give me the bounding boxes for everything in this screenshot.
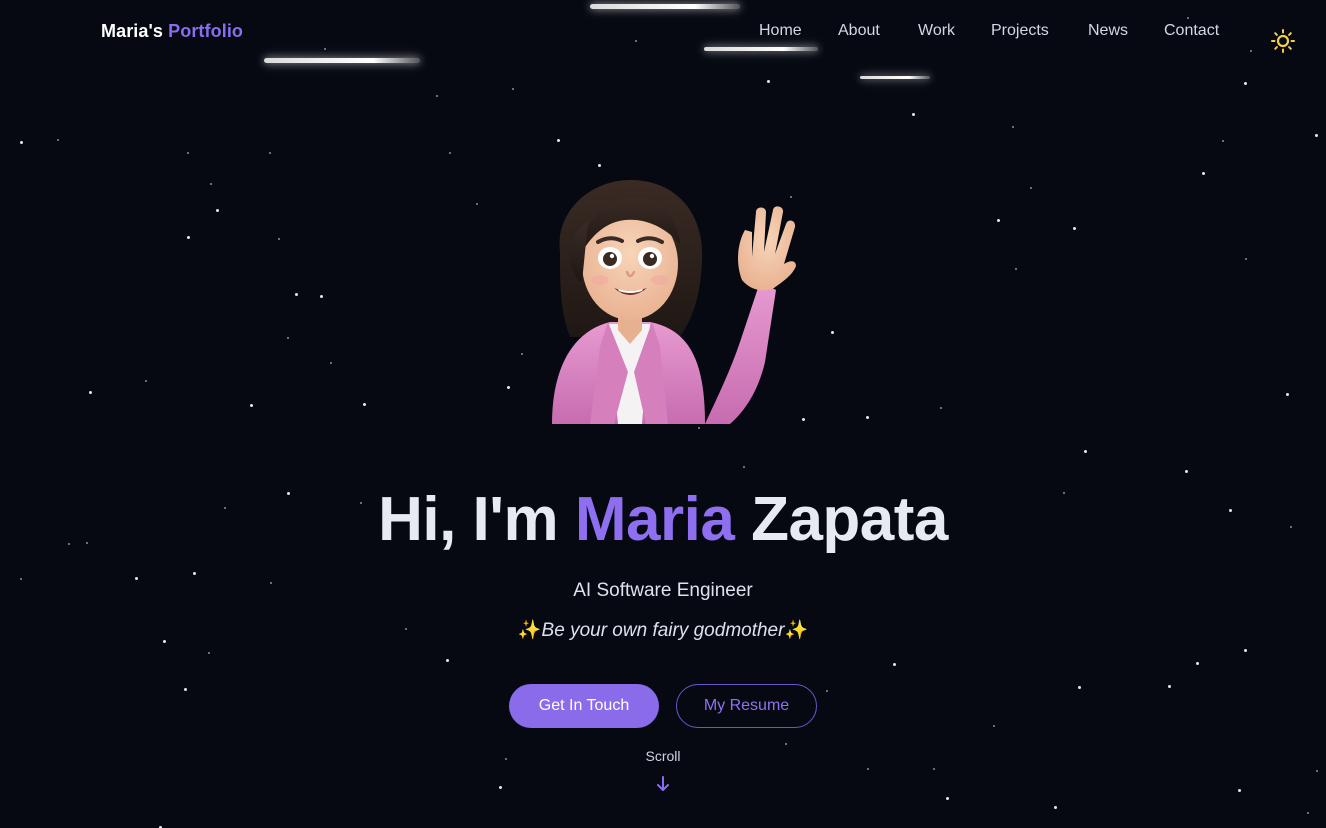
star: [1315, 134, 1318, 137]
nav-work[interactable]: Work: [918, 22, 955, 40]
hero-last-name: Zapata: [751, 485, 948, 554]
star: [1185, 470, 1188, 473]
logo-name: Maria's: [101, 21, 164, 41]
star: [743, 466, 745, 468]
star: [193, 572, 196, 575]
nav-about[interactable]: About: [838, 22, 880, 40]
star: [295, 293, 298, 296]
meteor: [860, 76, 930, 79]
theme-toggle-button[interactable]: [1270, 28, 1296, 54]
star: [1012, 126, 1014, 128]
star: [1238, 789, 1241, 792]
star: [1307, 812, 1309, 814]
sparkles-icon: ✨: [517, 620, 542, 641]
star: [363, 403, 366, 406]
star: [446, 659, 449, 662]
star: [184, 688, 187, 691]
star: [1187, 17, 1189, 19]
star: [287, 337, 289, 339]
nav-news[interactable]: News: [1088, 22, 1128, 40]
nav-projects[interactable]: Projects: [991, 22, 1049, 40]
star: [946, 797, 949, 800]
star: [1073, 227, 1076, 230]
star: [216, 209, 219, 212]
star: [145, 380, 147, 382]
star: [785, 743, 787, 745]
logo[interactable]: Maria's Portfolio: [101, 21, 243, 42]
star: [521, 353, 523, 355]
scroll-label[interactable]: Scroll: [0, 748, 1326, 764]
star: [1286, 393, 1289, 396]
meteor: [704, 47, 818, 51]
star: [1245, 258, 1247, 260]
star: [1054, 806, 1057, 809]
star: [1202, 172, 1205, 175]
star: [997, 219, 1000, 222]
star: [1222, 140, 1224, 142]
star: [436, 95, 438, 97]
star: [993, 725, 995, 727]
star: [893, 663, 896, 666]
nav-contact[interactable]: Contact: [1164, 22, 1219, 40]
sparkles-icon: ✨: [784, 620, 809, 641]
star: [940, 407, 942, 409]
star: [187, 236, 190, 239]
star: [1196, 662, 1199, 665]
star: [512, 88, 514, 90]
star: [912, 113, 915, 116]
star: [1250, 50, 1252, 52]
star: [20, 141, 23, 144]
star: [802, 418, 805, 421]
star: [476, 203, 478, 205]
hero-tagline: ✨Be your own fairy godmother✨: [0, 618, 1326, 642]
star: [499, 786, 502, 789]
star: [507, 386, 510, 389]
star: [1168, 685, 1171, 688]
meteor: [590, 4, 740, 9]
star: [1244, 649, 1247, 652]
star: [278, 238, 280, 240]
star: [89, 391, 92, 394]
star: [1015, 268, 1017, 270]
page: Maria's Portfolio Home About Work Projec…: [0, 0, 1326, 828]
star: [210, 183, 212, 185]
nav-home[interactable]: Home: [759, 22, 802, 40]
star: [208, 652, 210, 654]
hero-first-name: Maria: [574, 485, 735, 554]
star: [933, 768, 935, 770]
star: [330, 362, 332, 364]
star: [1078, 686, 1081, 689]
star: [557, 139, 560, 142]
star: [867, 768, 869, 770]
star: [1084, 450, 1087, 453]
hero-tagline-text: Be your own fairy godmother: [541, 620, 785, 641]
hero-title: Hi, I'm Maria Zapata: [0, 484, 1326, 555]
star: [598, 164, 601, 167]
get-in-touch-button[interactable]: Get In Touch: [509, 684, 659, 728]
star: [187, 152, 189, 154]
avatar: [530, 172, 800, 424]
my-resume-button[interactable]: My Resume: [676, 684, 817, 728]
star: [831, 331, 834, 334]
star: [698, 427, 700, 429]
star: [635, 40, 637, 42]
star: [866, 416, 869, 419]
star: [269, 152, 271, 154]
arrow-down-icon[interactable]: [655, 774, 671, 794]
star: [320, 295, 323, 298]
meteor: [264, 58, 420, 63]
star: [1316, 770, 1318, 772]
star: [826, 690, 828, 692]
star: [449, 152, 451, 154]
star: [1244, 82, 1247, 85]
star: [57, 139, 59, 141]
hero-greeting: Hi, I'm: [378, 485, 559, 554]
logo-accent: Portfolio: [168, 21, 244, 41]
sun-icon: [1271, 29, 1295, 53]
star: [767, 80, 770, 83]
star: [1030, 187, 1032, 189]
star: [324, 48, 326, 50]
hero-role: AI Software Engineer: [573, 580, 753, 601]
star: [250, 404, 253, 407]
